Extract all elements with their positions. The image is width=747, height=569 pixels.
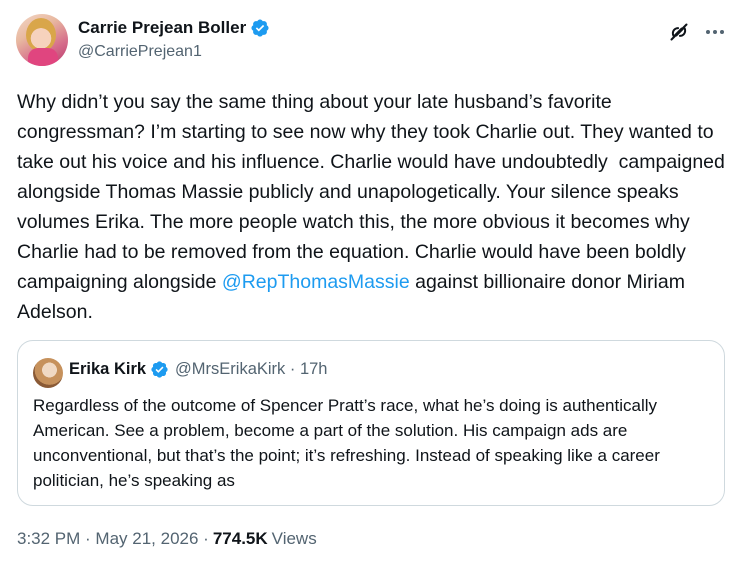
views-label: Views (271, 529, 317, 548)
verified-badge-icon (150, 360, 169, 379)
author-display-name[interactable]: Carrie Prejean Boller (78, 18, 246, 38)
post-text: Why didn’t you say the same thing about … (17, 87, 729, 327)
post-metadata: 3:32 PM · May 21, 2026 · 774.5K Views (17, 529, 317, 549)
author-name-row: Carrie Prejean Boller (78, 18, 270, 38)
quoted-post[interactable]: Erika Kirk @MrsErikaKirk · 17h Regardles… (17, 340, 725, 506)
views-count[interactable]: 774.5K (213, 529, 268, 549)
post-timestamp[interactable]: 3:32 PM · May 21, 2026 · (17, 529, 209, 549)
grok-icon[interactable] (667, 20, 691, 44)
post-header: Carrie Prejean Boller @CarriePrejean1 (16, 14, 731, 70)
mention-link[interactable]: @RepThomasMassie (222, 271, 410, 293)
quoted-post-header: Erika Kirk @MrsErikaKirk · 17h (69, 360, 328, 379)
more-options-icon[interactable] (703, 20, 727, 44)
post-text-part-1: Why didn’t you say the same thing about … (17, 91, 731, 293)
quoted-author-name[interactable]: Erika Kirk (69, 360, 146, 379)
quoted-author-handle-time[interactable]: @MrsErikaKirk · 17h (175, 360, 327, 379)
author-avatar[interactable] (16, 14, 68, 66)
quoted-post-text: Regardless of the outcome of Spencer Pra… (33, 396, 660, 490)
quoted-author-avatar[interactable] (33, 358, 63, 388)
author-handle[interactable]: @CarriePrejean1 (78, 43, 202, 61)
verified-badge-icon (250, 18, 270, 38)
